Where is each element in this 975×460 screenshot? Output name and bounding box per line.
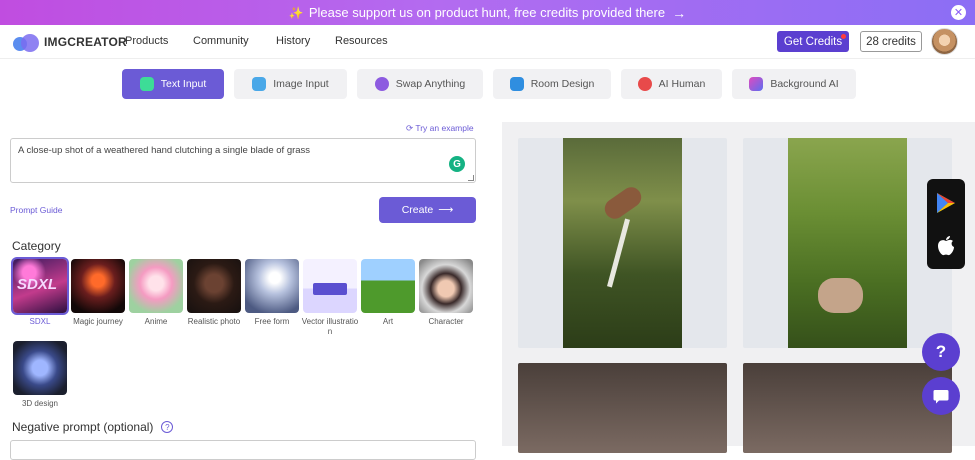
category-label: Vector illustration bbox=[301, 317, 359, 336]
text-input-icon bbox=[139, 77, 154, 91]
blade-shape bbox=[607, 218, 630, 288]
resize-handle[interactable] bbox=[468, 175, 474, 181]
tab-background-ai[interactable]: Background AI bbox=[732, 69, 856, 99]
nav-item-products[interactable]: Products bbox=[125, 35, 168, 47]
get-credits-button[interactable]: Get Credits bbox=[777, 31, 849, 52]
result-image-card[interactable] bbox=[743, 363, 952, 453]
tab-image-input[interactable]: Image Input bbox=[234, 69, 347, 99]
category-art[interactable]: Art bbox=[360, 259, 416, 327]
tab-label: Background AI bbox=[770, 78, 839, 90]
promo-banner[interactable]: ✨ Please support us on product hunt, fre… bbox=[0, 0, 975, 25]
magic-journey-thumbnail bbox=[71, 259, 125, 313]
result-image bbox=[788, 138, 907, 348]
category-vector-illustration[interactable]: Vector illustration bbox=[302, 259, 358, 337]
tab-room-design[interactable]: Room Design bbox=[493, 69, 611, 99]
category-free-form[interactable]: Free form bbox=[244, 259, 300, 327]
character-thumbnail bbox=[419, 259, 473, 313]
grammarly-icon[interactable]: G bbox=[449, 156, 465, 172]
tab-swap-anything[interactable]: Swap Anything bbox=[357, 69, 483, 99]
category-label: SDXL bbox=[29, 317, 51, 326]
app-store-panel bbox=[927, 179, 965, 269]
tab-ai-human[interactable]: AI Human bbox=[621, 69, 722, 99]
credits-badge[interactable]: 28 credits bbox=[860, 31, 922, 52]
category-magic-journey[interactable]: Magic journey bbox=[70, 259, 126, 327]
help-question-button[interactable]: ? bbox=[922, 333, 960, 371]
category-label: Realistic photo bbox=[187, 317, 241, 326]
create-label: Create bbox=[401, 204, 434, 216]
category-realistic-photo[interactable]: Realistic photo bbox=[186, 259, 242, 327]
realistic-photo-thumbnail bbox=[187, 259, 241, 313]
category-label: Magic journey bbox=[73, 317, 123, 326]
human-icon bbox=[637, 77, 652, 91]
avatar[interactable] bbox=[931, 28, 958, 55]
category-label: Art bbox=[382, 317, 394, 326]
chat-button[interactable] bbox=[922, 377, 960, 415]
arrow-right-icon: ⟶ bbox=[438, 204, 454, 216]
art-thumbnail bbox=[361, 259, 415, 313]
notification-dot bbox=[841, 34, 846, 39]
hand-shape bbox=[600, 183, 646, 223]
category-title: Category bbox=[12, 239, 61, 253]
chat-icon bbox=[933, 389, 949, 403]
tab-text-input[interactable]: Text Input bbox=[122, 69, 224, 99]
refresh-icon: ⟳ bbox=[406, 123, 414, 133]
close-icon[interactable]: ✕ bbox=[951, 5, 966, 20]
help-icon[interactable]: ? bbox=[161, 421, 174, 433]
result-image-card[interactable] bbox=[518, 138, 727, 348]
category-sdxl[interactable]: SDXL SDXL bbox=[12, 259, 68, 327]
3d-design-thumbnail bbox=[13, 341, 67, 395]
logo[interactable]: IMGCREATOR bbox=[13, 32, 127, 52]
hand-shape bbox=[818, 278, 863, 313]
nav-item-history[interactable]: History bbox=[276, 35, 310, 47]
nav-item-community[interactable]: Community bbox=[193, 35, 249, 47]
logo-text: IMGCREATOR bbox=[44, 35, 127, 49]
nav-item-resources[interactable]: Resources bbox=[335, 35, 388, 47]
logo-mark-icon bbox=[13, 32, 41, 52]
prompt-input[interactable]: A close-up shot of a weathered hand clut… bbox=[10, 138, 476, 183]
tab-label: AI Human bbox=[658, 78, 706, 90]
category-label: Character bbox=[428, 317, 464, 326]
top-nav: IMGCREATOR Products Community History Re… bbox=[0, 25, 975, 59]
category-label: 3D design bbox=[21, 399, 59, 408]
sdxl-thumbnail: SDXL bbox=[13, 259, 67, 313]
get-credits-label: Get Credits bbox=[783, 35, 843, 48]
category-label: Free form bbox=[254, 317, 290, 326]
tab-label: Text Input bbox=[160, 78, 207, 90]
category-label: Anime bbox=[144, 317, 168, 326]
negative-prompt-input[interactable] bbox=[10, 440, 476, 460]
google-play-icon[interactable] bbox=[937, 193, 955, 213]
vector-illustration-thumbnail bbox=[303, 259, 357, 313]
tab-label: Swap Anything bbox=[395, 78, 466, 90]
negative-prompt-title: Negative prompt (optional) bbox=[12, 420, 154, 434]
create-button[interactable]: Create ⟶ bbox=[379, 197, 476, 223]
image-icon bbox=[252, 77, 267, 91]
sparkle-icon: ✨ bbox=[288, 5, 304, 20]
prompt-guide-link[interactable]: Prompt Guide bbox=[10, 205, 62, 215]
result-image bbox=[563, 138, 682, 348]
free-form-thumbnail bbox=[245, 259, 299, 313]
background-icon bbox=[749, 77, 764, 91]
try-example-link[interactable]: ⟳ Try an example bbox=[406, 123, 474, 134]
apple-icon[interactable] bbox=[937, 236, 955, 256]
try-example-label: Try an example bbox=[415, 123, 474, 133]
question-icon: ? bbox=[935, 342, 947, 361]
banner-text: Please support us on product hunt, free … bbox=[308, 5, 666, 20]
category-3d-design[interactable]: 3D design bbox=[12, 341, 68, 409]
arrow-right-icon: → bbox=[672, 4, 687, 21]
result-gallery bbox=[502, 122, 975, 453]
anime-thumbnail bbox=[129, 259, 183, 313]
negative-prompt-heading: Negative prompt (optional) ? bbox=[12, 420, 174, 434]
category-character[interactable]: Character bbox=[418, 259, 474, 327]
result-image-card[interactable] bbox=[743, 138, 952, 348]
category-anime[interactable]: Anime bbox=[128, 259, 184, 327]
tab-label: Image Input bbox=[273, 78, 329, 90]
tab-label: Room Design bbox=[530, 78, 595, 90]
result-image-card[interactable] bbox=[518, 363, 727, 453]
house-icon bbox=[509, 77, 524, 91]
swap-icon bbox=[374, 77, 389, 91]
